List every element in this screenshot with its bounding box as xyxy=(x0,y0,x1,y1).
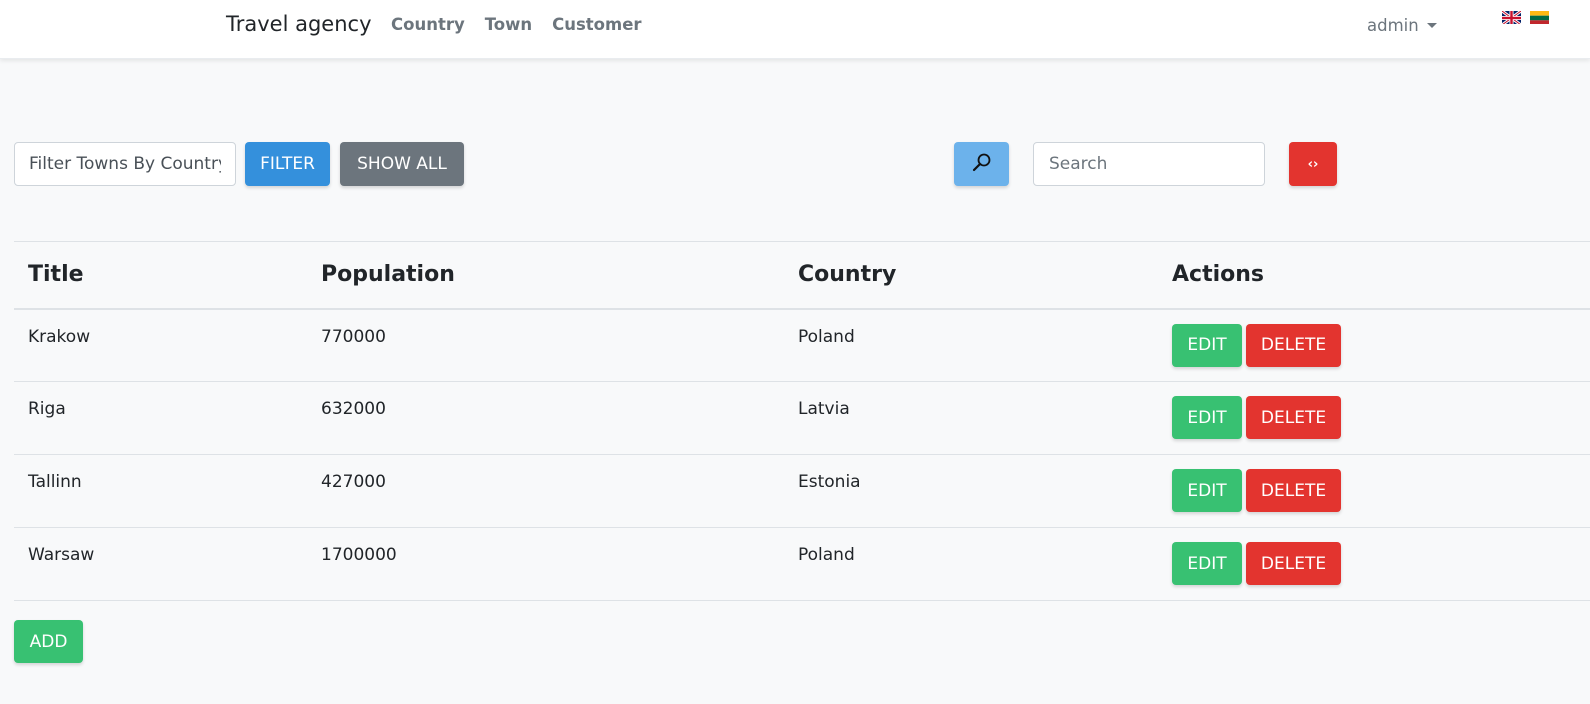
table-row: Tallinn 427000 Estonia EDIT DELETE xyxy=(14,455,1590,528)
reset-button[interactable]: ‹› xyxy=(1289,142,1337,186)
cell-country: Poland xyxy=(798,326,855,347)
delete-button[interactable]: DELETE xyxy=(1246,542,1341,585)
cell-actions: EDIT DELETE xyxy=(1158,309,1590,382)
cell-population: 427000 xyxy=(321,472,386,492)
edit-button[interactable]: EDIT xyxy=(1172,396,1242,439)
search-input[interactable] xyxy=(1033,142,1265,186)
cell-actions: EDIT DELETE xyxy=(1158,382,1590,455)
cell-title: Krakow xyxy=(28,326,91,347)
nav-link-customer[interactable]: Customer xyxy=(552,15,641,34)
flag-lt-icon[interactable] xyxy=(1530,10,1549,24)
header-country: Country xyxy=(798,262,897,288)
cell-title: Riga xyxy=(28,399,66,419)
delete-button[interactable]: DELETE xyxy=(1246,469,1341,512)
header-title: Title xyxy=(28,262,84,288)
cell-title: Tallinn xyxy=(28,472,82,492)
cell-title: Warsaw xyxy=(28,545,95,565)
delete-button[interactable]: DELETE xyxy=(1246,396,1341,439)
cell-population: 770000 xyxy=(321,326,386,347)
nav-links: Country Town Customer xyxy=(391,15,642,34)
towns-table: Title Population Country Actions Krakow … xyxy=(14,241,1590,601)
search-icon xyxy=(971,151,993,178)
add-button[interactable]: ADD xyxy=(14,620,83,663)
cell-actions: EDIT DELETE xyxy=(1158,455,1590,528)
header-actions: Actions xyxy=(1172,262,1264,288)
filter-button[interactable]: FILTER xyxy=(245,142,330,186)
caret-down-icon xyxy=(1426,23,1437,28)
show-all-button[interactable]: SHOW ALL xyxy=(340,142,464,186)
cell-population: 1700000 xyxy=(321,545,397,565)
edit-button[interactable]: EDIT xyxy=(1172,469,1242,512)
table-row: Krakow 770000 Poland EDIT DELETE xyxy=(14,309,1590,382)
nav-link-town[interactable]: Town xyxy=(485,15,532,34)
user-dropdown[interactable]: admin xyxy=(1367,16,1437,35)
flag-gb-icon[interactable] xyxy=(1502,10,1521,24)
edit-button[interactable]: EDIT xyxy=(1172,323,1242,367)
search-button[interactable] xyxy=(954,142,1009,186)
cell-country: Poland xyxy=(798,545,855,565)
cell-country: Estonia xyxy=(798,472,861,492)
brand-link[interactable]: Travel agency xyxy=(226,12,372,36)
navbar: Travel agency Country Town Customer admi… xyxy=(0,0,1590,59)
edit-button[interactable]: EDIT xyxy=(1172,542,1242,585)
table-header-row: Title Population Country Actions xyxy=(14,241,1590,309)
user-name: admin xyxy=(1367,16,1419,35)
header-population: Population xyxy=(321,262,455,288)
cell-country: Latvia xyxy=(798,399,850,419)
delete-button[interactable]: DELETE xyxy=(1246,323,1341,367)
table-row: Warsaw 1700000 Poland EDIT DELETE xyxy=(14,528,1590,601)
nav-link-country[interactable]: Country xyxy=(391,15,465,34)
cell-actions: EDIT DELETE xyxy=(1158,528,1590,601)
table-row: Riga 632000 Latvia EDIT DELETE xyxy=(14,382,1590,455)
reset-icon: ‹› xyxy=(1307,156,1319,172)
cell-population: 632000 xyxy=(321,399,386,419)
filter-towns-input[interactable] xyxy=(14,142,236,186)
